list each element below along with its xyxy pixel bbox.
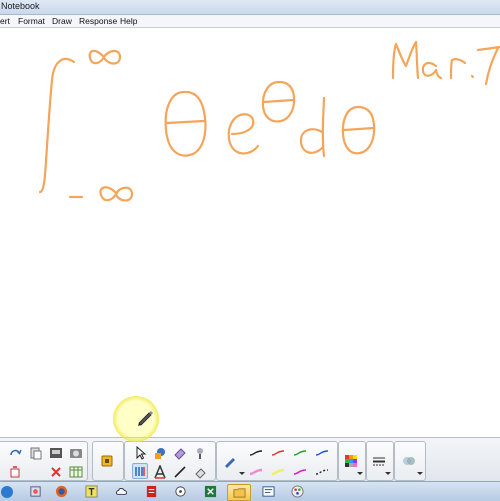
letter-d [299, 96, 326, 158]
toolbar-group-color [338, 441, 366, 481]
pen-preset-red[interactable] [270, 445, 286, 461]
pen-preset-magenta[interactable] [292, 464, 308, 480]
toolbar-group-lock [92, 441, 124, 481]
menu-response[interactable]: Response [79, 16, 117, 26]
line-tool-icon[interactable] [172, 464, 188, 480]
capture-icon[interactable] [68, 445, 84, 461]
eraser-icon[interactable] [172, 445, 188, 461]
screen-shade-icon[interactable] [48, 445, 64, 461]
notebook-icon[interactable] [80, 484, 102, 499]
gadget-icon[interactable] [169, 484, 191, 499]
fill-icon[interactable] [192, 464, 208, 480]
menu-draw[interactable]: Draw [52, 16, 72, 26]
toolbar-group-properties [394, 441, 426, 481]
toolbar-group-tools [124, 441, 216, 481]
properties-icon[interactable] [401, 453, 417, 469]
pdf-icon[interactable] [140, 484, 162, 499]
menu-format[interactable]: Format [18, 16, 45, 26]
toolbar-group-edit [0, 441, 88, 481]
cursor-select-icon[interactable] [132, 445, 148, 461]
toolbar-group-pens [216, 441, 338, 481]
line-style-dropdown-icon[interactable] [385, 472, 391, 475]
windows-taskbar [0, 481, 500, 501]
table-icon[interactable] [68, 464, 84, 480]
toolbar-group-linestyle [366, 441, 394, 481]
window-titlebar: Notebook [0, 0, 500, 15]
magic-pen-icon[interactable] [192, 445, 208, 461]
lock-icon[interactable] [99, 453, 115, 469]
pen-icon[interactable] [222, 453, 238, 469]
highlighter-preset-pink[interactable] [248, 464, 264, 480]
paste-icon[interactable] [28, 445, 44, 461]
menu-insert[interactable]: ert [0, 16, 10, 26]
paint-icon[interactable] [286, 484, 308, 499]
color-dropdown-icon[interactable] [357, 472, 363, 475]
cloud-icon[interactable] [110, 484, 132, 499]
pen-tool-icon[interactable] [132, 463, 148, 479]
date-7 [476, 45, 500, 86]
letter-e [227, 113, 260, 155]
handwritten-ink [38, 40, 500, 202]
start-icon[interactable] [0, 484, 18, 499]
pen-dropdown-icon[interactable] [239, 472, 245, 475]
menu-bar: ert Format Draw Response Help [0, 15, 500, 28]
internet-explorer-icon[interactable] [24, 484, 46, 499]
firefox-icon[interactable] [50, 484, 72, 499]
integral-sign [38, 57, 76, 194]
menu-help[interactable]: Help [120, 16, 137, 26]
pen-cursor-icon [138, 411, 153, 426]
pen-preset-black[interactable] [248, 445, 264, 461]
date-mar [391, 40, 420, 80]
bottom-toolbar [0, 437, 500, 482]
upper-limit-infinity [88, 49, 122, 65]
excel-icon[interactable] [199, 484, 221, 499]
redo-icon[interactable] [7, 445, 23, 461]
link-icon[interactable] [7, 464, 23, 480]
delete-icon[interactable] [48, 464, 64, 480]
lower-limit-infinity [99, 186, 134, 202]
line-style-icon[interactable] [371, 453, 387, 469]
folder-icon[interactable] [227, 484, 251, 501]
properties-dropdown-icon[interactable] [417, 472, 423, 475]
pen-preset-green[interactable] [292, 445, 308, 461]
window-title: Notebook [1, 1, 40, 11]
highlighter-preset-yellow[interactable] [270, 464, 286, 480]
color-palette-icon[interactable] [343, 453, 359, 469]
shapes-icon[interactable] [152, 445, 168, 461]
notebook-window-icon[interactable] [257, 484, 279, 499]
text-tool-icon[interactable] [152, 464, 168, 480]
pen-preset-dashed[interactable] [314, 464, 330, 480]
pen-preset-blue[interactable] [314, 445, 330, 461]
